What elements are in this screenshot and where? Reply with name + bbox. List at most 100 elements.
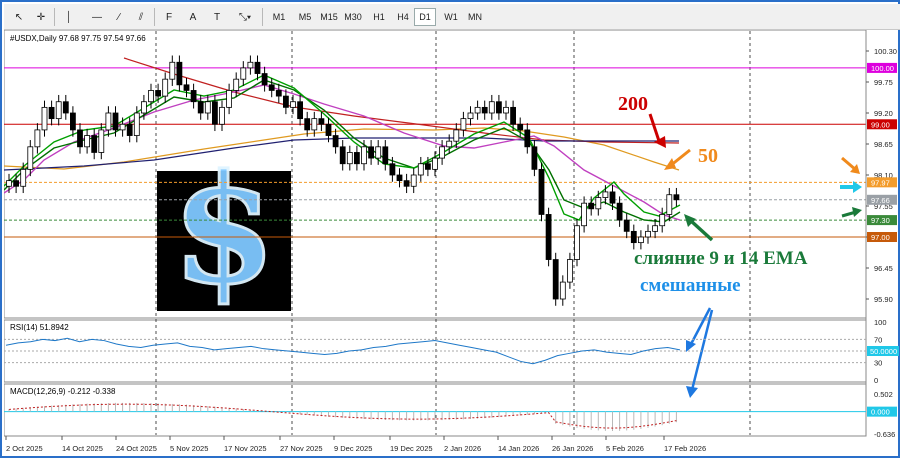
candle-body [623, 219, 630, 232]
candle-body [552, 259, 559, 300]
terminal-window: ↖ ✛ │ — ∕ ⫽ F A T ⤡▾ M1 M5 M15 M30 H1 H4 D1 W1 MN $ #USDX,D… [0, 0, 900, 458]
candle-body [510, 106, 517, 125]
timeframe-m15[interactable]: M15 [318, 8, 340, 26]
candle-body [453, 129, 460, 142]
toolbar-separator [262, 8, 263, 26]
candle-body [155, 90, 162, 97]
candle-body [318, 118, 325, 125]
candle-body [602, 191, 609, 198]
candle-body [268, 84, 275, 91]
timeframe-h4[interactable]: H4 [392, 8, 414, 26]
macd-tick-label: 0.000 [871, 408, 890, 417]
candle-body [112, 112, 119, 131]
candle-body [638, 236, 644, 244]
candle-body [183, 84, 190, 91]
candle-body [247, 61, 254, 69]
shapes-icon[interactable]: ⤡▾ [232, 7, 258, 27]
candle-body [396, 174, 403, 182]
candle-body [488, 101, 495, 114]
timeframe-w1[interactable]: W1 [440, 8, 462, 26]
rsi-tick-label: 50.0000 [870, 347, 897, 356]
candle-body [460, 118, 467, 131]
candle-body [410, 174, 417, 187]
macd-tick-label: 0.502 [874, 390, 893, 399]
candle-body [439, 146, 446, 159]
date-tick-label: 14 Oct 2025 [62, 444, 103, 453]
candle-body [432, 157, 438, 170]
macd-panel [4, 383, 867, 437]
candle-body [91, 135, 98, 153]
candle-body [162, 78, 169, 97]
candle-body [666, 194, 673, 215]
horizontal-line-icon[interactable]: — [88, 7, 106, 27]
candle-body [254, 61, 261, 74]
candle-body [133, 112, 140, 136]
chart-area[interactable]: $ #USDX,Daily 97.68 97.75 97.54 97.66 100.… [4, 30, 900, 458]
candle-body [84, 135, 90, 148]
candle-body [588, 202, 595, 210]
timeframe-m30[interactable]: M30 [342, 8, 364, 26]
date-tick-label: 2 Oct 2025 [6, 444, 43, 453]
crosshair-icon[interactable]: ✛ [32, 7, 50, 27]
trendline-icon[interactable]: ∕ [110, 7, 128, 27]
candle-body [595, 197, 602, 210]
candle-body [27, 146, 34, 170]
candle-body [616, 202, 623, 221]
candle-body [389, 163, 396, 176]
candle-body [325, 123, 332, 136]
timeframe-h1[interactable]: H1 [368, 8, 390, 26]
cursor-icon[interactable]: ↖ [10, 7, 28, 27]
price-badge-label: 99.00 [871, 120, 890, 129]
candle-body [353, 152, 360, 165]
candle-body [346, 152, 353, 165]
timeframe-m1[interactable]: M1 [268, 8, 290, 26]
rsi-tick-label: 0 [874, 376, 878, 385]
timeframe-mn[interactable]: MN [464, 8, 486, 26]
candle-body [233, 78, 240, 91]
candle-body [55, 101, 62, 120]
candle-body [481, 106, 488, 114]
annotation-ema-merge: слияние 9 и 14 ЕМА [634, 248, 808, 269]
vertical-line-icon[interactable]: │ [60, 7, 78, 27]
timeframe-d1[interactable]: D1 [414, 8, 436, 26]
candle-body [503, 106, 509, 114]
candle-body [41, 106, 48, 131]
fibonacci-icon[interactable]: F [160, 7, 178, 27]
price-badge-label: 97.00 [871, 233, 890, 242]
candle-body [20, 168, 27, 187]
price-tick-label: 96.45 [874, 264, 893, 273]
timeframe-m5[interactable]: M5 [294, 8, 316, 26]
price-badge-label: 97.97 [871, 178, 890, 187]
candle-body [673, 194, 680, 201]
toolbar-separator [54, 8, 55, 26]
text-label-icon[interactable]: T [208, 7, 226, 27]
chart-toolbar: ↖ ✛ │ — ∕ ⫽ F A T ⤡▾ M1 M5 M15 M30 H1 H4 D1 W1 MN [4, 4, 900, 30]
candle-body [339, 146, 346, 165]
candle-body [197, 101, 204, 114]
channel-icon[interactable]: ⫽ [132, 7, 150, 27]
price-tick-label: 100.30 [874, 47, 897, 56]
rsi-tick-label: 100 [874, 318, 887, 327]
candle-body [531, 146, 538, 170]
candle-body [240, 67, 247, 80]
candle-body [304, 118, 311, 131]
candle-body [282, 95, 289, 108]
date-tick-label: 26 Jan 2026 [552, 444, 593, 453]
candle-body [48, 106, 55, 120]
price-badge-label: 97.66 [871, 196, 890, 205]
candle-body [332, 135, 339, 148]
candle-body [652, 225, 658, 232]
candle-body [169, 61, 176, 80]
rsi-tick-label: 70 [874, 335, 882, 344]
annotation-ma200: 200 [618, 93, 648, 115]
candle-body [524, 129, 531, 148]
date-tick-label: 24 Oct 2025 [116, 444, 157, 453]
text-icon[interactable]: A [184, 7, 202, 27]
candle-body [446, 140, 453, 148]
candle-body [297, 101, 304, 120]
price-tick-label: 95.90 [874, 295, 893, 304]
price-badge-label: 97.30 [871, 216, 890, 225]
candle-body [495, 101, 502, 114]
candle-body [34, 129, 41, 148]
candle-body [574, 225, 580, 260]
